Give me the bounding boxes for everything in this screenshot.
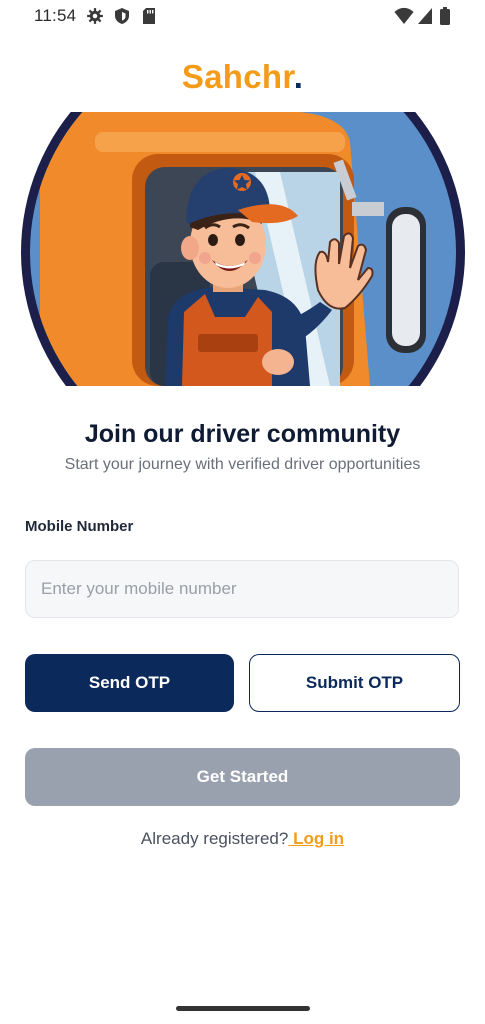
home-indicator[interactable]: [176, 1006, 310, 1011]
shield-icon: [114, 7, 130, 30]
settings-icon: [86, 7, 104, 30]
brand-name: Sahchr: [181, 58, 294, 95]
mobile-number-label: Mobile Number: [25, 518, 134, 535]
battery-icon: [440, 7, 450, 30]
login-prompt-text: Already registered?: [140, 829, 289, 848]
page-subtitle: Start your journey with verified driver …: [64, 456, 421, 473]
wifi-icon: [394, 7, 414, 30]
login-link[interactable]: Log in: [288, 829, 344, 848]
send-otp-button[interactable]: Send OTP: [25, 654, 234, 712]
brand-dot: .: [293, 58, 304, 95]
login-prompt: Already registered? Log in: [0, 829, 485, 849]
page-title: Join our driver community: [84, 420, 401, 448]
status-time: 11:54: [34, 6, 77, 25]
submit-otp-button[interactable]: Submit OTP: [249, 654, 460, 712]
get-started-button[interactable]: Get Started: [25, 748, 460, 806]
status-bar: 11:54: [0, 0, 485, 34]
hero-illustration: [0, 112, 485, 386]
signal-icon: [417, 7, 433, 30]
app-logo: Sahchr.: [0, 58, 485, 96]
sd-card-icon: [142, 7, 156, 30]
mobile-number-input[interactable]: [25, 560, 459, 618]
